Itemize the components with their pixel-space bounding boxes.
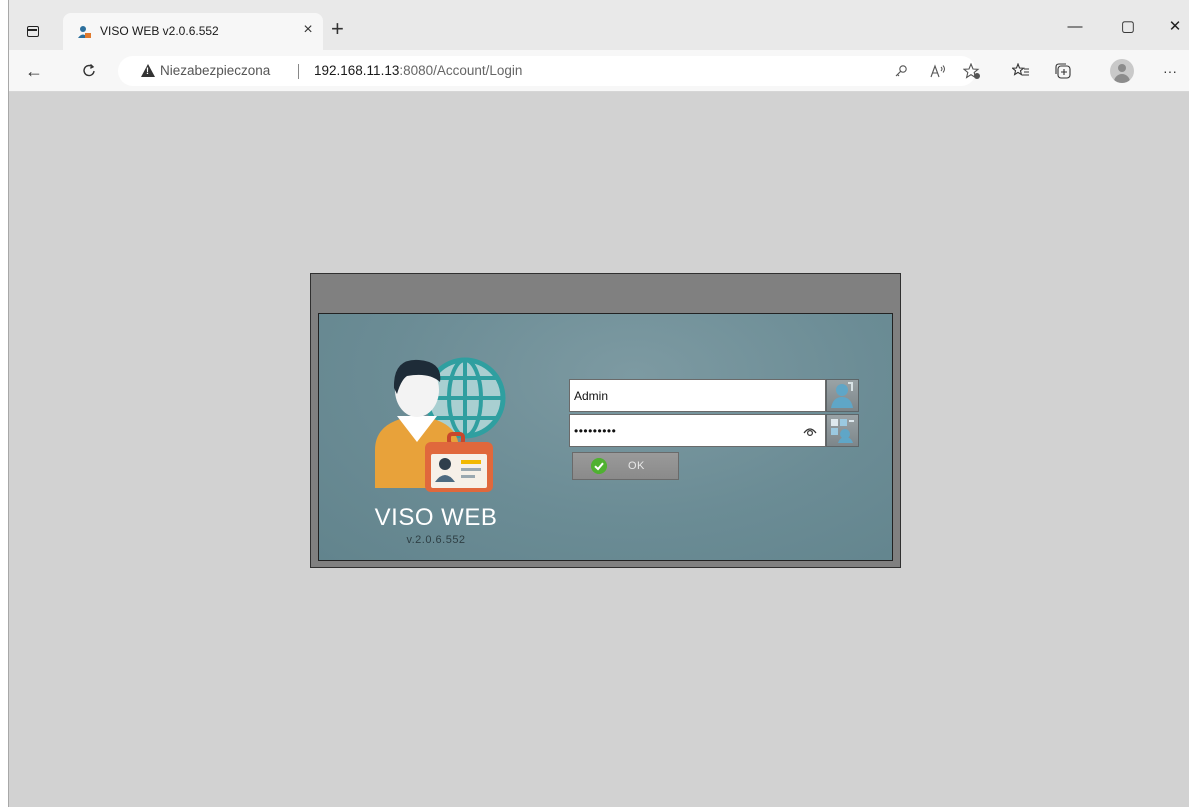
ok-button-label: OK: [628, 460, 645, 472]
show-password-eye-icon[interactable]: [803, 425, 817, 437]
url-host: 192.168.11.13: [314, 63, 400, 78]
ok-button[interactable]: OK: [572, 452, 679, 480]
virtual-keyboard-icon: [831, 419, 854, 443]
tab-title: VISO WEB v2.0.6.552: [100, 24, 219, 38]
user-silhouette-icon: [831, 382, 853, 408]
user-lookup-button[interactable]: [826, 379, 859, 412]
virtual-keyboard-button[interactable]: [826, 414, 859, 447]
version-label: v.2.0.6.552: [406, 534, 466, 546]
browser-tab[interactable]: VISO WEB v2.0.6.552 ×: [63, 13, 323, 50]
add-favorite-icon[interactable]: [963, 63, 981, 80]
username-input[interactable]: [574, 380, 794, 411]
minimize-button[interactable]: —: [1064, 16, 1086, 38]
login-dialog: VISO WEB v.2.0.6.552 Admin OK: [310, 273, 901, 568]
new-tab-button[interactable]: +: [331, 18, 344, 40]
login-panel: VISO WEB v.2.0.6.552 Admin OK: [318, 313, 893, 561]
collections-icon[interactable]: [1054, 62, 1072, 80]
checkmark-icon: [591, 458, 607, 474]
url-path: :8080/Account/Login: [399, 63, 523, 78]
maximize-button[interactable]: ▢: [1117, 16, 1139, 38]
password-input[interactable]: [574, 415, 794, 446]
key-icon[interactable]: [894, 64, 908, 78]
read-aloud-icon[interactable]: [930, 64, 948, 78]
address-divider: [298, 64, 299, 79]
more-button[interactable]: ···: [1157, 58, 1183, 84]
page-viewport: VISO WEB v.2.0.6.552 Admin OK: [9, 93, 1189, 807]
not-secure-warning-icon[interactable]: [141, 64, 155, 77]
browser-window: VISO WEB v2.0.6.552 × + — ▢ ✕ ← Niezabez…: [8, 0, 1189, 807]
viso-favicon-icon: [78, 26, 91, 38]
url-text[interactable]: 192.168.11.13:8080/Account/Login: [314, 63, 522, 78]
favorites-icon[interactable]: [1012, 63, 1030, 79]
tab-actions-icon[interactable]: [27, 26, 39, 37]
profile-avatar-icon[interactable]: [1110, 59, 1134, 83]
password-field[interactable]: [569, 414, 826, 447]
username-field[interactable]: [569, 379, 826, 412]
refresh-icon: [83, 63, 95, 77]
refresh-button[interactable]: [76, 58, 102, 84]
browser-toolbar: ← Niezabezpieczona 192.168.11.13:8080/Ac…: [9, 50, 1189, 92]
address-bar[interactable]: Niezabezpieczona 192.168.11.13:8080/Acco…: [118, 56, 980, 86]
viso-user-globe-logo-icon: [375, 357, 506, 492]
back-button[interactable]: ←: [21, 58, 47, 84]
brand-name: VISO WEB: [374, 504, 498, 531]
close-window-button[interactable]: ✕: [1164, 16, 1186, 38]
tab-close-button[interactable]: ×: [299, 21, 317, 39]
security-label[interactable]: Niezabezpieczona: [160, 63, 270, 78]
tab-bar: VISO WEB v2.0.6.552 × + — ▢ ✕: [9, 0, 1189, 50]
